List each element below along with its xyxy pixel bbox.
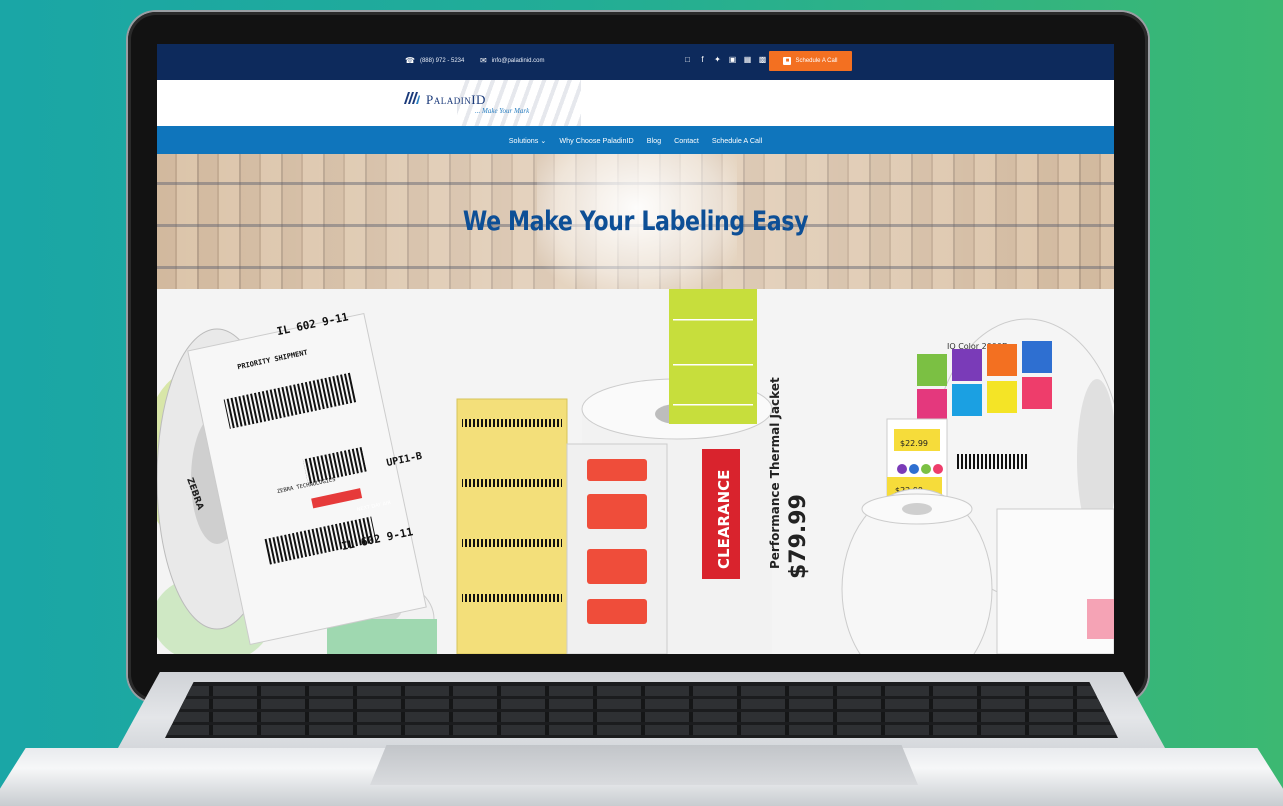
svg-text:Performance Thermal Jacket: Performance Thermal Jacket xyxy=(768,377,782,569)
facebook-icon[interactable]: f xyxy=(698,55,707,64)
chevron-down-icon: ⌄ xyxy=(540,135,547,145)
price-label: $79.99 xyxy=(786,494,811,579)
hero-title: We Make Your Labeling Easy xyxy=(462,206,809,237)
logo-tagline: ... Make Your Mark xyxy=(475,107,530,115)
nav-blog[interactable]: Blog xyxy=(647,136,661,145)
phone-contact[interactable]: ☎ (888) 972 - 5234 xyxy=(405,56,464,65)
laptop-keyboard xyxy=(165,682,1118,738)
clearance-label: CLEARANCE xyxy=(715,470,733,569)
schedule-call-button[interactable]: ■ Schedule A Call xyxy=(769,51,852,71)
logo-wordmark[interactable]: PaladinID xyxy=(426,92,486,108)
twitter-icon[interactable]: ✦ xyxy=(713,55,722,64)
rss-icon[interactable]: ▩ xyxy=(758,55,767,64)
svg-text:$22.99: $22.99 xyxy=(900,439,928,448)
schedule-call-label: Schedule A Call xyxy=(795,58,838,64)
email-icon: ✉ xyxy=(480,56,487,65)
nav-why-choose[interactable]: Why Choose PaladinID xyxy=(559,136,633,145)
label-rolls-illustration: IL 602 9-11 PRIORITY SHIPMENT UPI1-B ZEB… xyxy=(157,289,1114,654)
google-my-business-icon[interactable]: ▦ xyxy=(743,55,752,64)
instagram-icon[interactable]: ▣ xyxy=(728,55,737,64)
nav-schedule-call[interactable]: Schedule A Call xyxy=(712,136,762,145)
phone-icon: ☎ xyxy=(405,56,415,65)
nav-solutions[interactable]: Solutions ⌄ xyxy=(509,136,547,145)
main-navigation: Solutions ⌄ Why Choose PaladinID Blog Co… xyxy=(157,126,1114,154)
paladin-logo-icon[interactable] xyxy=(403,91,421,105)
laptop-trackpad xyxy=(370,745,918,785)
email-address: info@paladinid.com xyxy=(491,57,545,64)
browser-screen: ☎ (888) 972 - 5234 ✉ info@paladinid.com … xyxy=(157,44,1114,654)
email-contact[interactable]: ✉ info@paladinid.com xyxy=(480,56,545,65)
top-utility-bar: ☎ (888) 972 - 5234 ✉ info@paladinid.com … xyxy=(157,44,1114,80)
nav-solutions-label: Solutions xyxy=(508,135,539,145)
label-rolls-image: IL 602 9-11 PRIORITY SHIPMENT UPI1-B ZEB… xyxy=(157,289,1114,654)
phone-number: (888) 972 - 5234 xyxy=(419,57,465,64)
calendar-icon: ■ xyxy=(783,57,792,65)
nav-contact[interactable]: Contact xyxy=(674,136,699,145)
social-links: □ f ✦ ▣ ▦ ▩ xyxy=(683,55,767,64)
linkedin-icon[interactable]: □ xyxy=(683,55,692,64)
logo-bar: PaladinID ... Make Your Mark xyxy=(157,80,1114,126)
hero-banner: We Make Your Labeling Easy xyxy=(157,154,1114,289)
